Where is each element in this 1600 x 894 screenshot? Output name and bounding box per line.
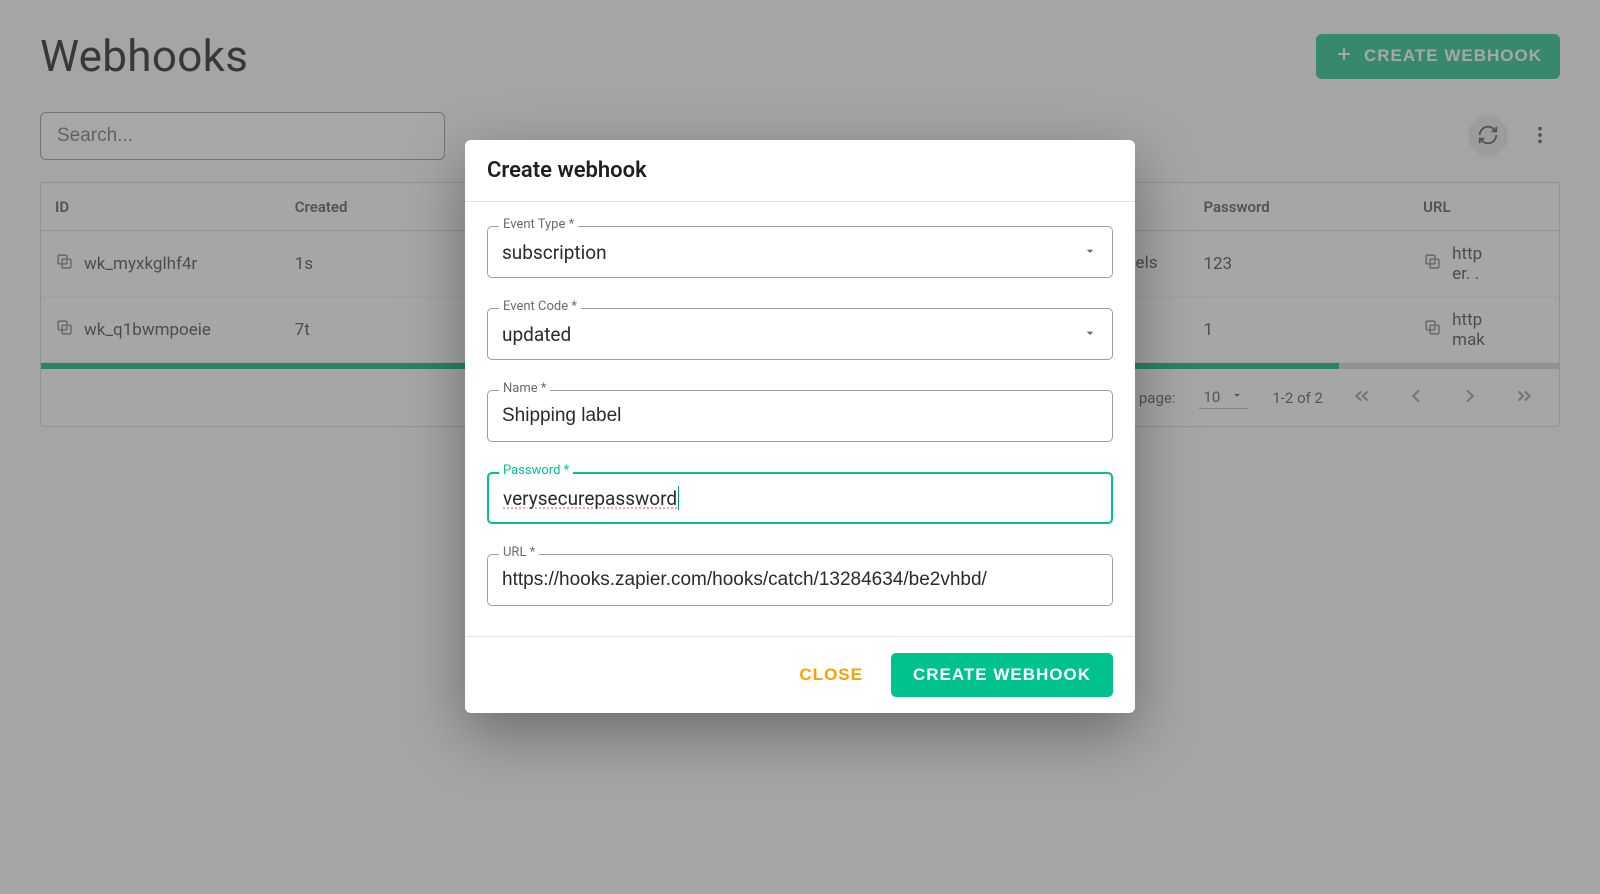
event-code-value: updated <box>502 323 571 346</box>
event-code-field: Event Code * updated <box>487 308 1113 360</box>
url-field: URL * <box>487 554 1113 606</box>
event-code-label: Event Code * <box>499 299 581 314</box>
event-type-value: subscription <box>502 241 607 264</box>
password-input[interactable]: verysecurepassword <box>487 472 1113 524</box>
password-value: verysecurepassword <box>503 487 677 510</box>
url-label: URL * <box>499 545 539 560</box>
name-field: Name * <box>487 390 1113 442</box>
name-label: Name * <box>499 381 550 396</box>
name-input[interactable] <box>502 405 1098 427</box>
password-label: Password * <box>499 463 573 478</box>
url-input[interactable] <box>502 569 1098 591</box>
event-type-label: Event Type * <box>499 217 578 232</box>
modal-title: Create webhook <box>465 140 1135 202</box>
event-type-select[interactable]: subscription <box>487 226 1113 278</box>
close-button[interactable]: CLOSE <box>799 665 863 685</box>
password-field: Password * verysecurepassword <box>487 472 1113 524</box>
text-cursor <box>678 486 679 510</box>
chevron-down-icon <box>1082 241 1098 264</box>
event-type-field: Event Type * subscription <box>487 226 1113 278</box>
create-webhook-modal: Create webhook Event Type * subscription… <box>465 140 1135 713</box>
chevron-down-icon <box>1082 323 1098 346</box>
submit-create-webhook-button[interactable]: CREATE WEBHOOK <box>891 653 1113 697</box>
event-code-select[interactable]: updated <box>487 308 1113 360</box>
modal-overlay[interactable]: Create webhook Event Type * subscription… <box>0 0 1600 894</box>
